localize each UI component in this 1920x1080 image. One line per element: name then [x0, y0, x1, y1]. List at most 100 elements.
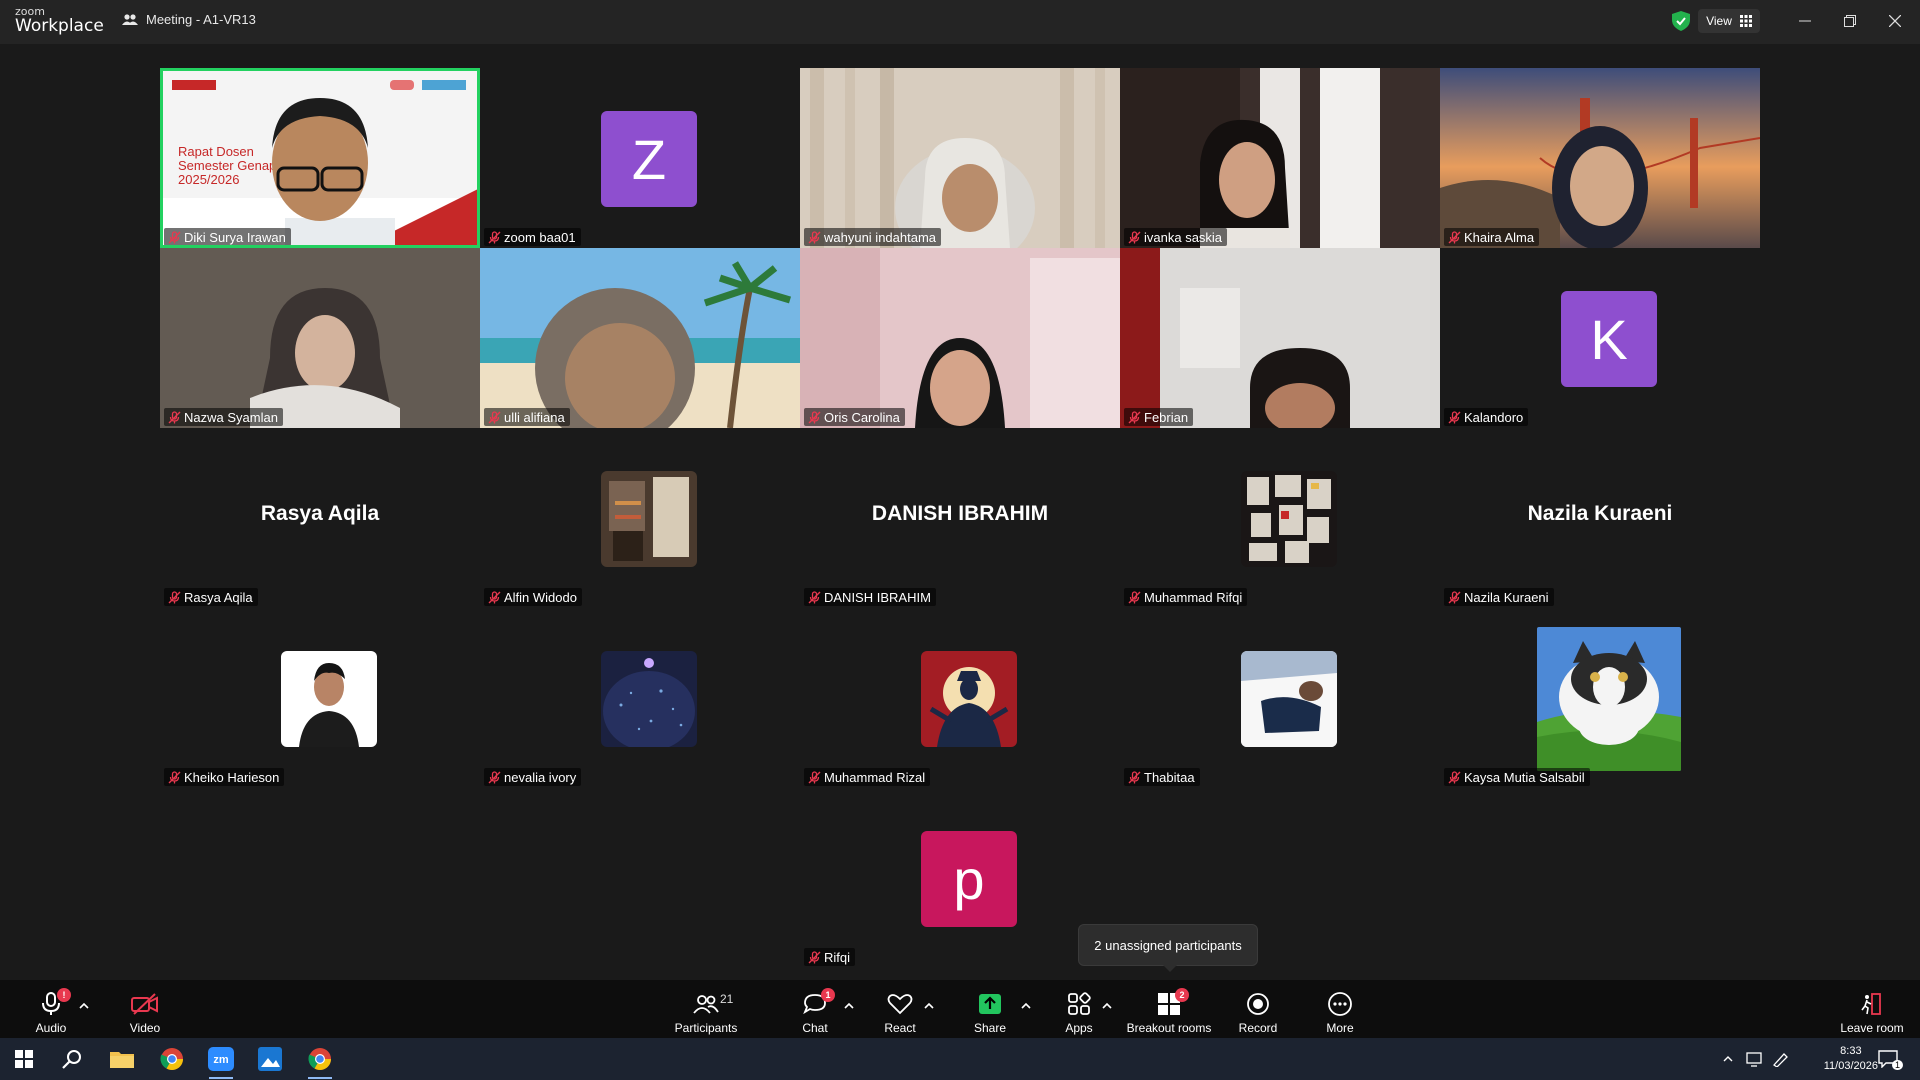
participant-tile[interactable]: Rapat Dosen Semester Genap 2025/2026 Diki S… — [160, 68, 480, 248]
participant-tile[interactable]: Nazila Kuraeni Nazila Kuraeni — [1440, 428, 1760, 608]
participant-display-name: DANISH IBRAHIM — [871, 502, 1049, 525]
audio-options-caret-icon[interactable] — [78, 1000, 90, 1012]
participant-tile[interactable]: Alfin Widodo — [480, 428, 800, 608]
participant-tile[interactable]: Thabitaa — [1120, 608, 1440, 788]
leave-room-label: Leave room — [1840, 1021, 1904, 1035]
participant-nameplate: Kalandoro — [1444, 408, 1529, 426]
windows-taskbar: zm 8:33 11/03/2026 1 — [0, 1038, 1920, 1080]
share-label: Share — [973, 1021, 1007, 1035]
participant-tile[interactable]: Muhammad Rifqi — [1120, 428, 1440, 608]
participants-count: 21 — [720, 992, 734, 1006]
chat-options-caret-icon[interactable] — [843, 1000, 855, 1012]
participant-tile[interactable]: ivanka saskia — [1120, 68, 1440, 248]
chat-label: Chat — [802, 1021, 828, 1035]
participants-icon — [693, 995, 719, 1014]
participant-nameplate: Oris Carolina — [804, 408, 905, 426]
notifications-button[interactable]: 1 — [1866, 1038, 1910, 1080]
chrome-icon — [160, 1048, 183, 1070]
meeting-toolbar: ! Audio Video Participants 21 1 Chat Rea… — [0, 980, 1920, 1038]
video-label: Video — [129, 1021, 161, 1035]
participant-tile[interactable]: Nazwa Syamlan — [160, 248, 480, 428]
meeting-info[interactable]: Meeting - A1-VR13 — [122, 12, 256, 27]
participant-name: nevalia ivory — [504, 769, 577, 785]
participant-tile[interactable]: Muhammad Rizal — [800, 608, 1120, 788]
apps-icon — [1068, 992, 1091, 1015]
chrome-profile-button[interactable] — [296, 1038, 344, 1080]
participant-avatar: p — [921, 831, 1017, 927]
participant-name: ivanka saskia — [1144, 229, 1223, 245]
react-label: React — [884, 1021, 916, 1035]
apps-button[interactable]: Apps — [1057, 980, 1101, 1038]
zoom-app-button[interactable]: zm — [197, 1038, 245, 1080]
mic-muted-icon — [808, 230, 821, 243]
participant-tile[interactable]: Zzoom baa01 — [480, 68, 800, 248]
participant-tile[interactable]: Febrian — [1120, 248, 1440, 428]
close-button[interactable] — [1883, 10, 1907, 32]
participant-avatar — [1241, 651, 1337, 747]
chrome-button[interactable] — [148, 1038, 196, 1080]
participant-tile[interactable]: K Kalandoro — [1440, 248, 1760, 428]
participant-avatar: K — [1561, 291, 1657, 387]
participant-tile[interactable]: wahyuni indahtama — [800, 68, 1120, 248]
participant-nameplate: zoom baa01 — [484, 228, 581, 246]
participants-button[interactable]: Participants — [670, 980, 742, 1038]
record-label: Record — [1238, 1021, 1278, 1035]
audio-button[interactable]: ! Audio — [30, 980, 72, 1038]
participant-name: DANISH IBRAHIM — [824, 589, 931, 605]
teams-button[interactable] — [246, 1038, 294, 1080]
mic-muted-icon — [1128, 230, 1141, 243]
participant-name: Kaysa Mutia Salsabil — [1464, 769, 1585, 785]
react-button[interactable]: React — [878, 980, 922, 1038]
participant-name: ulli alifiana — [504, 409, 565, 425]
breakout-rooms-button[interactable]: 2 Breakout rooms — [1124, 980, 1214, 1038]
tray-overflow-icon[interactable] — [1722, 1053, 1734, 1065]
mic-muted-icon — [168, 590, 181, 603]
file-explorer-button[interactable] — [98, 1038, 146, 1080]
network-icon[interactable] — [1746, 1051, 1764, 1067]
participant-nameplate: Thabitaa — [1124, 768, 1200, 786]
participant-video — [1120, 68, 1440, 248]
participant-tile[interactable]: ulli alifiana — [480, 248, 800, 428]
participant-tile[interactable]: Kaysa Mutia Salsabil — [1440, 608, 1760, 788]
search-button[interactable] — [48, 1038, 96, 1080]
windows-logo-icon — [15, 1050, 33, 1068]
participant-tile[interactable]: Rasya Aqila Rasya Aqila — [160, 428, 480, 608]
participant-name: zoom baa01 — [504, 229, 576, 245]
participant-tile[interactable]: DANISH IBRAHIM DANISH IBRAHIM — [800, 428, 1120, 608]
apps-options-caret-icon[interactable] — [1101, 1000, 1113, 1012]
participant-tile[interactable]: Oris Carolina — [800, 248, 1120, 428]
participant-tile[interactable]: Kheiko Harieson — [160, 608, 480, 788]
share-button[interactable]: Share — [968, 980, 1012, 1038]
participant-name: wahyuni indahtama — [824, 229, 937, 245]
pen-icon[interactable] — [1772, 1051, 1790, 1067]
search-icon — [62, 1050, 81, 1069]
record-button[interactable]: Record — [1236, 980, 1280, 1038]
minimize-button[interactable] — [1793, 10, 1817, 32]
video-button[interactable]: Video — [124, 980, 166, 1038]
chat-button[interactable]: 1 Chat — [793, 980, 837, 1038]
encryption-shield-icon[interactable] — [1672, 11, 1690, 31]
more-button[interactable]: More — [1318, 980, 1362, 1038]
breakout-label: Breakout rooms — [1126, 1021, 1212, 1035]
restore-button[interactable] — [1838, 10, 1862, 32]
logo-bottom: Workplace — [15, 16, 104, 36]
audio-label: Audio — [35, 1021, 67, 1035]
participant-video — [160, 248, 480, 428]
start-button[interactable] — [0, 1038, 48, 1080]
participant-tile[interactable]: nevalia ivory — [480, 608, 800, 788]
react-options-caret-icon[interactable] — [923, 1000, 935, 1012]
breakout-tooltip: 2 unassigned participants — [1078, 924, 1258, 972]
mic-muted-icon — [488, 410, 501, 423]
record-icon — [1247, 993, 1269, 1015]
participant-nameplate: Febrian — [1124, 408, 1194, 426]
participant-tile[interactable]: Khaira Alma — [1440, 68, 1760, 248]
view-button[interactable]: View — [1698, 9, 1760, 33]
participant-video — [800, 248, 1120, 428]
participant-display-name: Nazila Kuraeni — [1527, 502, 1673, 525]
participant-tile[interactable]: p Rifqi — [800, 788, 1120, 968]
leave-room-button[interactable]: Leave room — [1836, 980, 1908, 1038]
mic-muted-icon — [808, 770, 821, 783]
mic-muted-icon — [1128, 590, 1141, 603]
share-options-caret-icon[interactable] — [1020, 1000, 1032, 1012]
participant-name: Kheiko Harieson — [184, 769, 280, 785]
